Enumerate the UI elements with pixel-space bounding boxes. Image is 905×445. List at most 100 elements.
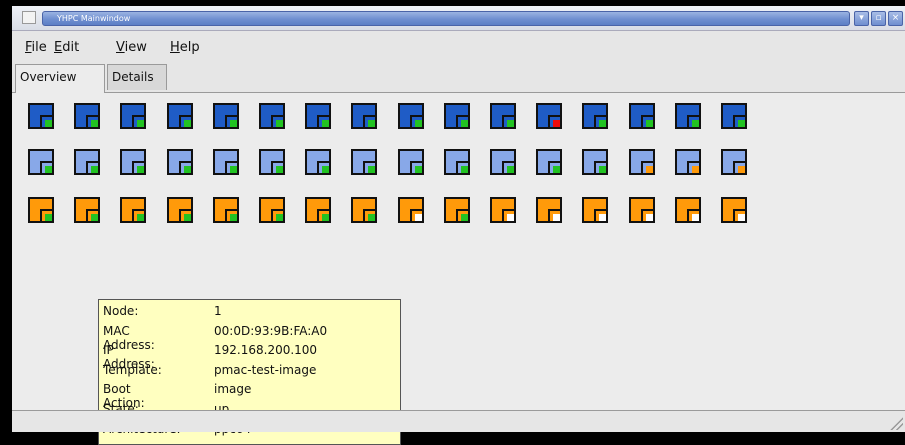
- node-corner: [640, 161, 653, 173]
- cluster-node[interactable]: [212, 197, 239, 223]
- main-window: YHPC Mainwindow ▾ ▫ × File Edit View Hel…: [12, 6, 905, 445]
- cluster-node[interactable]: [443, 149, 470, 175]
- node-status-indicator: [414, 120, 422, 127]
- cluster-node[interactable]: [28, 103, 54, 129]
- cluster-node[interactable]: [259, 103, 285, 129]
- cluster-node[interactable]: [120, 103, 147, 129]
- cluster-node[interactable]: [490, 197, 516, 223]
- status-bar: [12, 410, 905, 432]
- cluster-node[interactable]: [721, 149, 747, 175]
- node-corner: [178, 209, 191, 221]
- cluster-node[interactable]: [443, 103, 470, 129]
- cluster-node[interactable]: [582, 103, 609, 129]
- cluster-node[interactable]: [351, 197, 378, 223]
- cluster-node[interactable]: [674, 149, 701, 175]
- node-status-indicator: [276, 166, 283, 173]
- node-status-indicator: [460, 120, 468, 127]
- maximize-icon[interactable]: ▫: [871, 11, 886, 26]
- cluster-node[interactable]: [74, 149, 101, 175]
- node-status-indicator: [91, 214, 99, 221]
- node-status-indicator: [322, 166, 330, 173]
- cluster-node[interactable]: [212, 149, 239, 175]
- node-corner: [502, 115, 514, 127]
- menu-edit[interactable]: Edit: [54, 40, 79, 55]
- cluster-node[interactable]: [490, 149, 516, 175]
- node-status-indicator: [368, 120, 376, 127]
- close-icon[interactable]: ×: [888, 11, 903, 26]
- cluster-node[interactable]: [582, 149, 609, 175]
- tooltip-value: 192.168.200.100: [214, 343, 318, 358]
- node-status-indicator: [414, 166, 422, 173]
- cluster-node[interactable]: [28, 197, 54, 223]
- node-corner: [271, 209, 283, 221]
- node-corner: [363, 161, 376, 173]
- tooltip-value: 1: [214, 304, 222, 318]
- node-status-indicator: [322, 120, 330, 127]
- node-corner: [363, 115, 376, 127]
- tab-overview[interactable]: Overview: [15, 64, 105, 93]
- window-menu-icon[interactable]: [22, 11, 36, 24]
- cluster-node[interactable]: [166, 197, 193, 223]
- cluster-node[interactable]: [74, 103, 101, 129]
- node-corner: [686, 209, 699, 221]
- resize-grip-icon[interactable]: [889, 416, 903, 430]
- title-bar-highlight[interactable]: YHPC Mainwindow: [42, 11, 850, 26]
- node-corner: [317, 161, 330, 173]
- node-corner: [132, 161, 145, 173]
- node-status-indicator: [229, 166, 237, 173]
- cluster-node[interactable]: [259, 149, 285, 175]
- cluster-node[interactable]: [721, 103, 747, 129]
- node-status-indicator: [229, 120, 237, 127]
- cluster-node[interactable]: [397, 149, 424, 175]
- minimize-icon[interactable]: ▾: [854, 11, 869, 26]
- window-title: YHPC Mainwindow: [57, 14, 131, 23]
- cluster-node[interactable]: [74, 197, 101, 223]
- cluster-node[interactable]: [305, 197, 332, 223]
- cluster-node[interactable]: [28, 149, 54, 175]
- cluster-node[interactable]: [166, 149, 193, 175]
- cluster-node[interactable]: [397, 197, 424, 223]
- cluster-node[interactable]: [351, 103, 378, 129]
- cluster-node[interactable]: [721, 197, 747, 223]
- cluster-node[interactable]: [120, 149, 147, 175]
- overview-panel: Node: 1 MAC Address: 00:0D:93:9B:FA:A0 IP Ad…: [12, 92, 905, 445]
- node-corner: [502, 209, 514, 221]
- node-corner: [502, 161, 514, 173]
- cluster-node[interactable]: [212, 103, 239, 129]
- node-corner: [317, 115, 330, 127]
- cluster-node[interactable]: [536, 103, 563, 129]
- node-corner: [548, 115, 561, 127]
- cluster-node[interactable]: [305, 149, 332, 175]
- cluster-node[interactable]: [628, 197, 655, 223]
- node-status-indicator: [691, 166, 699, 173]
- cluster-node[interactable]: [397, 103, 424, 129]
- node-status-indicator: [645, 166, 653, 173]
- cluster-node[interactable]: [536, 197, 563, 223]
- node-status-indicator: [645, 214, 653, 221]
- cluster-node[interactable]: [259, 197, 285, 223]
- cluster-node[interactable]: [536, 149, 563, 175]
- cluster-node[interactable]: [674, 103, 701, 129]
- cluster-node[interactable]: [305, 103, 332, 129]
- cluster-node[interactable]: [674, 197, 701, 223]
- node-corner: [594, 209, 607, 221]
- cluster-node[interactable]: [120, 197, 147, 223]
- cluster-node[interactable]: [351, 149, 378, 175]
- cluster-node[interactable]: [443, 197, 470, 223]
- title-bar[interactable]: YHPC Mainwindow ▾ ▫ ×: [12, 6, 905, 31]
- menu-file[interactable]: File: [25, 40, 47, 55]
- node-corner: [733, 161, 745, 173]
- node-status-indicator: [599, 166, 607, 173]
- cluster-node[interactable]: [166, 103, 193, 129]
- tab-details[interactable]: Details: [107, 64, 167, 90]
- menu-help[interactable]: Help: [170, 40, 200, 55]
- node-status-indicator: [183, 214, 191, 221]
- menu-view[interactable]: View: [116, 40, 147, 55]
- cluster-node[interactable]: [628, 103, 655, 129]
- node-corner: [40, 209, 52, 221]
- cluster-node[interactable]: [582, 197, 609, 223]
- node-status-indicator: [91, 120, 99, 127]
- node-corner: [640, 115, 653, 127]
- cluster-node[interactable]: [628, 149, 655, 175]
- cluster-node[interactable]: [490, 103, 516, 129]
